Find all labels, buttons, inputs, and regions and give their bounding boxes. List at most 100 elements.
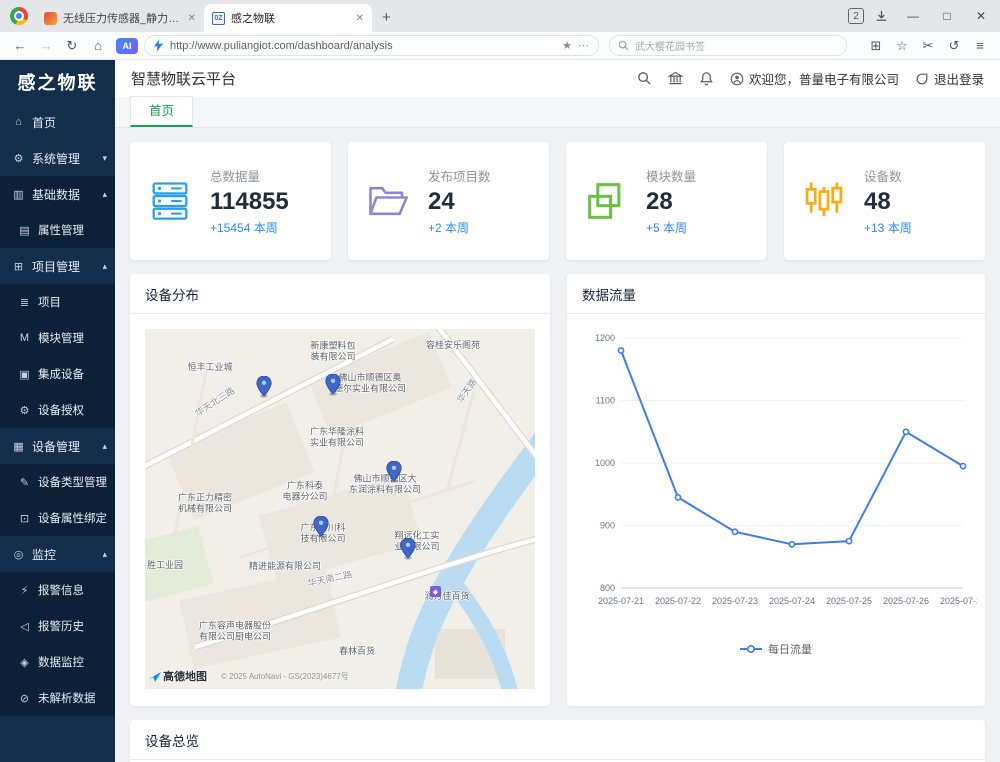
logout-button[interactable]: 退出登录 xyxy=(915,69,984,88)
map-marker-pin-icon[interactable] xyxy=(256,376,272,398)
browser-window: 无线压力传感器_静力水准仪 ✕ 0Z 感之物联 ✕ + 2 — □ ✕ ← → … xyxy=(0,0,1000,762)
sidebar-item-label: 属性管理 xyxy=(38,222,107,238)
favorite-add-icon[interactable]: ☆ xyxy=(890,35,914,57)
map-marker-pin-icon[interactable] xyxy=(386,461,402,483)
undo-icon[interactable]: ↺ xyxy=(942,35,966,57)
sidebar-item-label: 未解析数据 xyxy=(38,690,107,706)
scissors-icon[interactable]: ✂ xyxy=(916,35,940,57)
stat-cards-row: 总数据量114855+15454 本周发布项目数24+2 本周模块数量28+5 … xyxy=(130,142,985,260)
device-map[interactable]: 新康塑料包 装有限公司容桂安乐阁苑恒丰工业城佛山市顺德区奥 德尔实业有限公司华天… xyxy=(145,329,535,689)
sidebar-item-label: 项目管理 xyxy=(32,258,95,275)
home-icon: ⌂ xyxy=(12,116,25,128)
sidebar-item-2[interactable]: ▥ 基础数据 ▴ xyxy=(0,176,115,212)
download-icon[interactable] xyxy=(868,3,894,29)
bookmark-star-icon[interactable]: ★ xyxy=(562,39,572,52)
sidebar: 感之物联 ⌂首页⚙系统管理▾▥基础数据▴▤属性管理⊞项目管理▴≣项目M模块管理▣… xyxy=(0,60,115,762)
tab-favicon-icon xyxy=(44,12,57,25)
system-gear-icon: ⚙ xyxy=(12,152,25,165)
sidebar-item-6[interactable]: M模块管理 xyxy=(0,320,115,356)
svg-text:2025-07-26: 2025-07-26 xyxy=(883,596,929,606)
base-data-icon: ▥ xyxy=(12,188,25,201)
sidebar-item-9[interactable]: ▦设备管理▴ xyxy=(0,428,115,464)
stat-label: 模块数量 xyxy=(646,166,696,185)
sidebar-item-8[interactable]: ⚙设备授权 xyxy=(0,392,115,428)
sidebar-item-11[interactable]: ⊡ 设备属性绑定 xyxy=(0,500,115,536)
panel-title: 设备总览 xyxy=(130,720,985,760)
sidebar-item-label: 报警信息 xyxy=(38,582,107,598)
chevron-up-icon: ▴ xyxy=(102,441,107,452)
chevron-up-icon: ▴ xyxy=(102,189,107,200)
tab-home[interactable]: 首页 xyxy=(130,96,193,127)
sidebar-item-10[interactable]: ✎ 设备类型管理 xyxy=(0,464,115,500)
sidebar-item-14[interactable]: ◁ 报警历史 xyxy=(0,608,115,644)
tab-close-icon[interactable]: ✕ xyxy=(188,13,196,24)
map-marker-pin-icon[interactable] xyxy=(400,538,416,560)
sidebar-item-label: 项目 xyxy=(38,294,107,310)
candlestick-icon xyxy=(802,180,846,222)
alarm-history-icon: ◁ xyxy=(18,620,31,633)
url-text[interactable]: http://www.puliangiot.com/dashboard/anal… xyxy=(170,40,556,52)
map-marker-pin-icon[interactable] xyxy=(325,374,341,396)
chevron-down-icon: ▾ xyxy=(102,153,107,164)
sidebar-item-1[interactable]: ⚙系统管理▾ xyxy=(0,140,115,176)
ai-assistant-icon[interactable]: AI xyxy=(116,38,138,54)
sidebar-item-label: 设备类型管理 xyxy=(38,474,107,490)
app-header: 智慧物联云平台 欢迎您，普量电子有限公司 退出登录 xyxy=(115,60,1000,97)
refresh-icon[interactable]: ↻ xyxy=(60,35,84,57)
sidebar-item-label: 基础数据 xyxy=(32,186,95,203)
sidebar-menu: ⌂首页⚙系统管理▾▥基础数据▴▤属性管理⊞项目管理▴≣项目M模块管理▣集成设备⚙… xyxy=(0,104,115,716)
header-search-icon[interactable] xyxy=(637,71,652,86)
sidebar-item-3[interactable]: ▤属性管理 xyxy=(0,212,115,248)
browser-tab-active[interactable]: 0Z 感之物联 ✕ xyxy=(204,4,372,32)
sidebar-item-label: 模块管理 xyxy=(38,330,107,346)
new-tab-button[interactable]: + xyxy=(372,9,401,32)
stat-delta: +2 本周 xyxy=(428,219,491,236)
sidebar-item-13[interactable]: ⚡报警信息 xyxy=(0,572,115,608)
stat-value: 28 xyxy=(646,188,696,216)
svg-text:900: 900 xyxy=(600,521,615,531)
device-bind-icon: ⊡ xyxy=(18,512,31,525)
map-marker-pin-icon[interactable] xyxy=(313,516,329,538)
window-close-button[interactable]: ✕ xyxy=(966,2,996,30)
back-icon[interactable]: ← xyxy=(8,35,32,57)
device-type-icon: ✎ xyxy=(18,476,31,489)
organization-icon[interactable] xyxy=(668,71,683,86)
quick-search-input[interactable]: 武大樱花园书签 xyxy=(609,35,847,56)
window-maximize-button[interactable]: □ xyxy=(932,2,962,30)
dashboard-content: 总数据量114855+15454 本周发布项目数24+2 本周模块数量28+5 … xyxy=(115,128,1000,762)
sidebar-item-5[interactable]: ≣项目 xyxy=(0,284,115,320)
chart-legend[interactable]: 每日流量 xyxy=(575,641,977,657)
address-more-icon[interactable]: ⋯ xyxy=(578,39,590,52)
svg-text:2025-07-24: 2025-07-24 xyxy=(769,596,815,606)
site-security-icon[interactable] xyxy=(153,39,164,52)
sidebar-item-15[interactable]: ◈数据监控 xyxy=(0,644,115,680)
sidebar-item-12[interactable]: ◎监控▴ xyxy=(0,536,115,572)
sidebar-item-label: 设备管理 xyxy=(32,438,95,455)
window-minimize-button[interactable]: — xyxy=(898,2,928,30)
browser-logo-icon[interactable] xyxy=(10,7,28,25)
amap-logo[interactable]: 高德地图 xyxy=(149,668,207,684)
home-icon[interactable]: ⌂ xyxy=(86,35,110,57)
sidebar-item-label: 报警历史 xyxy=(38,618,107,634)
url-input[interactable]: http://www.puliangiot.com/dashboard/anal… xyxy=(144,35,599,56)
sidebar-item-label: 设备属性绑定 xyxy=(38,510,107,526)
welcome-message: 欢迎您，普量电子有限公司 xyxy=(730,69,899,88)
tab-close-icon[interactable]: ✕ xyxy=(356,13,364,24)
sidebar-item-7[interactable]: ▣集成设备 xyxy=(0,356,115,392)
sidebar-item-label: 首页 xyxy=(32,114,107,131)
browser-tab-inactive[interactable]: 无线压力传感器_静力水准仪 ✕ xyxy=(36,4,204,32)
sidebar-item-4[interactable]: ⊞项目管理▴ xyxy=(0,248,115,284)
stat-card-0: 总数据量114855+15454 本周 xyxy=(130,142,331,260)
notification-bell-icon[interactable] xyxy=(699,71,714,86)
sidebar-item-0[interactable]: ⌂ 首页 xyxy=(0,104,115,140)
menu-icon[interactable]: ≡ xyxy=(968,35,992,57)
sidebar-item-16[interactable]: ⊘未解析数据 xyxy=(0,680,115,716)
forward-icon[interactable]: → xyxy=(34,35,58,57)
stat-label: 总数据量 xyxy=(210,166,289,185)
search-suggestion-text[interactable]: 武大樱花园书签 xyxy=(635,38,838,53)
daily-flow-line-chart[interactable]: 8009001000110012002025-07-212025-07-2220… xyxy=(575,322,977,634)
tab-count-badge[interactable]: 2 xyxy=(848,8,864,24)
svg-text:1200: 1200 xyxy=(595,333,615,343)
device-auth-icon: ⚙ xyxy=(18,404,31,417)
apps-grid-icon[interactable]: ⊞ xyxy=(864,35,888,57)
